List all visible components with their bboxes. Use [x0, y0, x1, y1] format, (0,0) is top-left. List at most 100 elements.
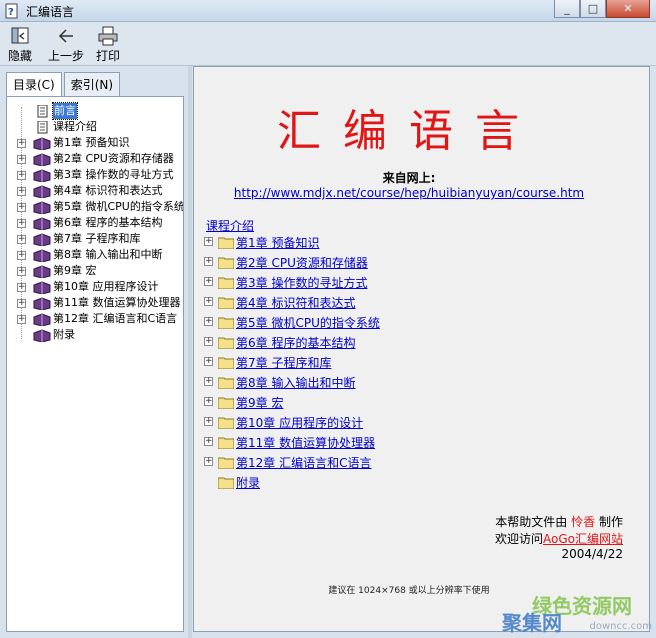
expand-icon[interactable]: +	[17, 139, 26, 148]
back-button[interactable]: 上一步	[48, 26, 84, 64]
source-url-link[interactable]: http://www.mdjx.net/course/hep/huibianyu…	[194, 186, 624, 200]
expand-icon[interactable]: +	[204, 297, 213, 306]
expand-icon[interactable]: +	[17, 219, 26, 228]
credit-prefix: 本帮助文件由	[495, 515, 568, 529]
credit-author: 怜香	[571, 515, 596, 529]
toc-link[interactable]: 第11章 数值运算协处理器	[236, 434, 375, 451]
expand-icon[interactable]: +	[17, 251, 26, 260]
expand-icon[interactable]: +	[17, 267, 26, 276]
folder-icon	[218, 317, 234, 329]
toc-link[interactable]: 第9章 宏	[236, 394, 283, 411]
expand-icon[interactable]: +	[204, 337, 213, 346]
release-date: 2004/4/22	[561, 547, 623, 561]
tree-item-label: 前言	[52, 102, 78, 120]
book-icon	[33, 265, 51, 278]
expand-icon[interactable]: +	[204, 277, 213, 286]
close-button[interactable]: ✕	[606, 0, 650, 18]
book-icon	[33, 313, 51, 326]
maximize-icon: □	[587, 2, 599, 15]
expand-icon[interactable]: +	[204, 377, 213, 386]
expand-icon[interactable]: +	[204, 237, 213, 246]
expand-icon[interactable]: +	[204, 317, 213, 326]
visit-prefix: 欢迎访问	[495, 532, 544, 546]
expand-icon[interactable]: +	[204, 457, 213, 466]
tree-item-label: 第12章 汇编语言和C语言	[53, 312, 178, 325]
content-pane[interactable]: 汇编语言 来自网上: http://www.mdjx.net/course/he…	[193, 66, 650, 632]
toc-link[interactable]: 第6章 程序的基本结构	[236, 334, 355, 351]
hide-label: 隐藏	[8, 49, 33, 63]
tree-item-label: 第7章 子程序和库	[53, 232, 141, 245]
toc-link[interactable]: 第12章 汇编语言和C语言	[236, 454, 371, 471]
tree-item-label: 第2章 CPU资源和存储器	[53, 152, 174, 165]
expand-icon[interactable]: +	[17, 299, 26, 308]
toc-link[interactable]: 第2章 CPU资源和存储器	[236, 254, 368, 271]
toc-link[interactable]: 第4章 标识符和表达式	[236, 294, 355, 311]
back-label: 上一步	[48, 49, 85, 63]
printer-icon	[98, 26, 118, 46]
print-button[interactable]: 打印	[96, 26, 120, 64]
back-arrow-icon	[58, 29, 73, 43]
expand-icon[interactable]: +	[17, 203, 26, 212]
contents-tree[interactable]: 前言 课程介绍 + 第1章 预备知识 + 第2章 CPU资源和存储器 + 第3章 操作数的寻址…	[6, 96, 184, 632]
svg-text:?: ?	[8, 7, 14, 18]
title-bar[interactable]: ? 汇编语言 _ □ ✕	[0, 0, 656, 22]
expand-icon[interactable]: +	[204, 417, 213, 426]
tree-item-label: 第1章 预备知识	[53, 136, 130, 149]
expand-icon[interactable]: +	[204, 437, 213, 446]
expand-icon[interactable]: +	[204, 357, 213, 366]
folder-icon	[218, 457, 234, 469]
expand-icon[interactable]: +	[17, 187, 26, 196]
visit-line: 欢迎访问AoGo汇编网站	[495, 530, 623, 547]
page-icon	[37, 105, 48, 118]
expand-icon[interactable]: +	[17, 315, 26, 324]
tab-contents[interactable]: 目录(C)	[6, 72, 62, 98]
help-app-icon: ?	[5, 3, 18, 19]
source-label: 来自网上:	[382, 171, 436, 185]
folder-icon	[218, 257, 234, 269]
minimize-button[interactable]: _	[554, 0, 580, 18]
watermark-line2: 聚集网	[502, 611, 562, 635]
book-icon	[33, 201, 51, 214]
navigation-pane: 目录(C) 索引(N) 前言 课程介绍 + 第1章 预备知识 + 第2章 CPU资源和存储…	[0, 66, 188, 638]
folder-icon	[218, 397, 234, 409]
expand-icon[interactable]: +	[17, 283, 26, 292]
tree-item-label: 第3章 操作数的寻址方式	[53, 168, 174, 181]
folder-icon	[218, 417, 234, 429]
site-watermark: 绿色资源网 聚集网 downcc.com	[502, 590, 652, 636]
toc-link[interactable]: 第1章 预备知识	[236, 234, 319, 251]
toc-link[interactable]: 第3章 操作数的寻址方式	[236, 274, 367, 291]
book-icon	[33, 329, 51, 342]
watermark-line3: downcc.com	[589, 621, 652, 632]
folder-icon	[218, 357, 234, 369]
tab-index[interactable]: 索引(N)	[63, 72, 121, 96]
expand-icon[interactable]: +	[204, 397, 213, 406]
tree-item-label: 第4章 标识符和表达式	[53, 184, 163, 197]
folder-icon	[218, 477, 234, 489]
expand-icon[interactable]: +	[17, 171, 26, 180]
tree-item-label: 附录	[53, 328, 75, 341]
window-title: 汇编语言	[26, 5, 75, 19]
book-icon	[33, 153, 51, 166]
toc-link[interactable]: 第10章 应用程序的设计	[236, 414, 363, 431]
toc-link[interactable]: 第8章 输入输出和中断	[236, 374, 355, 391]
folder-icon	[218, 437, 234, 449]
expand-icon[interactable]: +	[17, 235, 26, 244]
toc-link[interactable]: 第5章 微机CPU的指令系统	[236, 314, 380, 331]
hide-pane-icon	[11, 27, 29, 44]
site-link[interactable]: AoGo汇编网站	[543, 532, 623, 546]
expand-icon[interactable]: +	[17, 155, 26, 164]
tree-item-label: 第6章 程序的基本结构	[53, 216, 163, 229]
maximize-button[interactable]: □	[580, 0, 606, 18]
expand-icon[interactable]: +	[204, 257, 213, 266]
close-icon: ✕	[623, 2, 633, 15]
hide-button[interactable]: 隐藏	[8, 26, 32, 64]
toolbar: 隐藏 上一步 打印	[0, 22, 656, 66]
toc-link[interactable]: 附录	[236, 474, 260, 491]
credit-line: 本帮助文件由 怜香 制作	[495, 513, 623, 530]
pane-splitter[interactable]	[188, 66, 192, 638]
toc-link[interactable]: 第7章 子程序和库	[236, 354, 331, 371]
minimize-icon: _	[564, 2, 570, 15]
folder-icon	[218, 337, 234, 349]
course-intro-link[interactable]: 课程介绍	[206, 217, 254, 234]
book-icon	[33, 169, 51, 182]
